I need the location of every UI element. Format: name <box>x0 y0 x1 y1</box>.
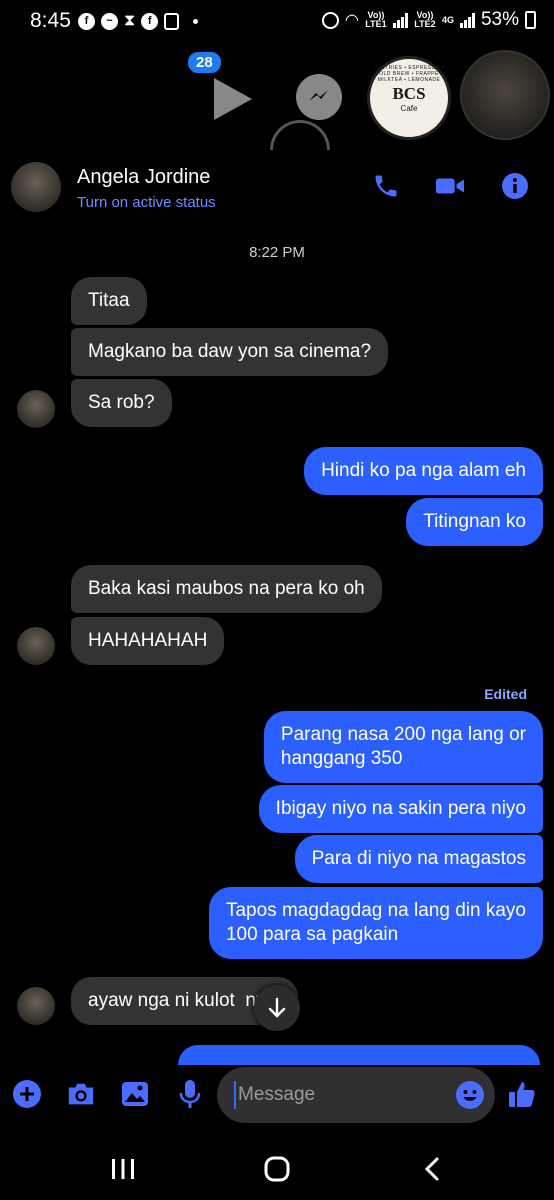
cafe-chat-head[interactable]: PASTRIES • ESPRESSO • COLD BREW • FRAPPE… <box>367 56 451 140</box>
image-icon <box>122 1082 148 1106</box>
sender-avatar[interactable] <box>17 987 55 1025</box>
message-outgoing[interactable]: Titingnan ko <box>406 498 543 546</box>
chat-heads: 28 PASTRIES • ESPRESSO • COLD BREW • FRA… <box>0 0 554 150</box>
message-input[interactable] <box>234 1081 444 1109</box>
message-input-container[interactable] <box>217 1067 495 1123</box>
arrow-down-icon <box>268 997 286 1018</box>
message-outgoing[interactable]: Para di niyo na magastos <box>294 835 543 883</box>
home-icon <box>264 1156 290 1182</box>
edited-label: Edited <box>484 686 527 702</box>
message-incoming[interactable]: Magkano ba daw yon sa cinema? <box>71 328 389 376</box>
contact-chat-head[interactable] <box>460 50 550 140</box>
sender-avatar[interactable] <box>17 627 55 665</box>
message-incoming[interactable]: Titaa <box>71 277 147 325</box>
thumbs-up-icon <box>509 1082 535 1107</box>
phone-icon <box>375 175 397 197</box>
message-incoming[interactable]: Sa rob? <box>71 379 172 427</box>
system-nav-bar <box>0 1140 554 1200</box>
home-button[interactable] <box>262 1154 292 1184</box>
message-outgoing[interactable]: Tapos magdagdag na lang din kayo 100 par… <box>208 887 543 959</box>
back-button[interactable] <box>418 1154 448 1184</box>
message-timestamp: 8:22 PM <box>249 244 305 261</box>
gallery-button[interactable] <box>120 1079 150 1109</box>
decoration-shape <box>270 120 330 150</box>
plus-circle-icon <box>13 1080 41 1108</box>
message-outgoing[interactable]: Hindi ko pa nga alam eh <box>304 447 543 495</box>
microphone-icon <box>179 1080 201 1108</box>
chat-header: Angela Jordine Turn on active status <box>0 157 554 219</box>
conversation-info-button[interactable] <box>500 171 530 201</box>
contact-name[interactable]: Angela Jordine <box>77 166 210 189</box>
message-outgoing[interactable]: Ibigay niyo na sakin pera niyo <box>258 785 543 833</box>
active-status-link[interactable]: Turn on active status <box>77 194 216 211</box>
messenger-bolt-icon <box>309 90 328 101</box>
recent-apps-button[interactable] <box>108 1154 138 1184</box>
info-icon <box>502 173 528 199</box>
video-camera-icon <box>435 178 465 194</box>
messenger-chat-head[interactable] <box>296 74 342 120</box>
scroll-to-bottom-button[interactable] <box>254 985 300 1031</box>
cafe-tagline: PASTRIES • ESPRESSO • COLD BREW • FRAPPE… <box>373 65 445 83</box>
camera-button[interactable] <box>66 1079 96 1109</box>
avatar[interactable] <box>11 162 61 212</box>
message-outgoing-partial[interactable] <box>178 1045 540 1065</box>
more-actions-button[interactable] <box>12 1079 42 1109</box>
like-button[interactable] <box>507 1079 537 1109</box>
cafe-sub: Cafe <box>400 103 418 113</box>
voice-message-button[interactable] <box>175 1079 205 1109</box>
voice-call-button[interactable] <box>371 171 401 201</box>
message-composer <box>0 1065 554 1127</box>
unread-count-badge: 28 <box>186 50 223 75</box>
cafe-name: BCS <box>392 83 426 103</box>
message-outgoing[interactable]: Parang nasa 200 nga lang or hanggang 350 <box>263 711 543 783</box>
back-icon <box>424 1157 439 1181</box>
play-icon[interactable] <box>206 72 260 126</box>
camera-icon <box>68 1083 94 1105</box>
message-incoming[interactable]: HAHAHAHAH <box>71 617 225 665</box>
video-call-button[interactable] <box>435 171 465 201</box>
message-incoming[interactable]: Baka kasi maubos na pera ko oh <box>71 565 382 613</box>
sender-avatar[interactable] <box>17 390 55 428</box>
recent-apps-icon <box>112 1159 134 1179</box>
emoji-icon[interactable] <box>455 1080 485 1110</box>
